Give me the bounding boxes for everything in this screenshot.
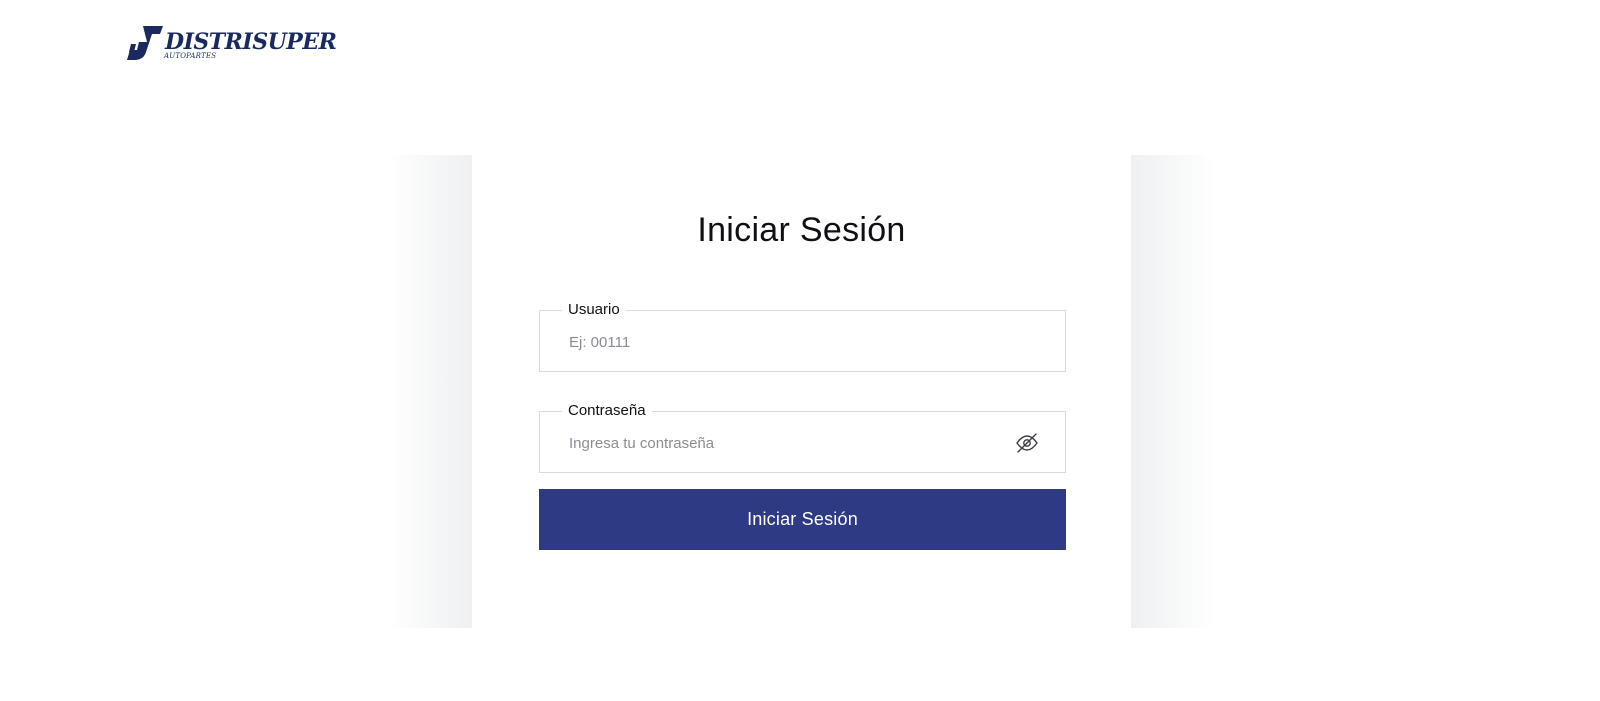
password-input[interactable] — [569, 430, 1009, 456]
password-label: Contraseña — [562, 402, 652, 420]
logo-mark-icon — [127, 26, 163, 60]
eye-off-icon[interactable] — [1015, 431, 1039, 455]
card-shadow-right — [1131, 155, 1215, 628]
brand-logo[interactable]: DISTRISUPER AUTOPARTES — [127, 24, 337, 64]
username-input[interactable] — [569, 329, 1009, 355]
username-label: Usuario — [562, 301, 626, 319]
brand-tagline: AUTOPARTES — [164, 52, 217, 60]
password-field: Contraseña — [539, 402, 1066, 473]
login-card: Iniciar Sesión Usuario Contraseña Inicia… — [472, 155, 1131, 628]
username-field: Usuario — [539, 301, 1066, 372]
card-shadow-left — [388, 155, 472, 628]
page-title: Iniciar Sesión — [697, 211, 906, 249]
login-button[interactable]: Iniciar Sesión — [539, 489, 1066, 550]
